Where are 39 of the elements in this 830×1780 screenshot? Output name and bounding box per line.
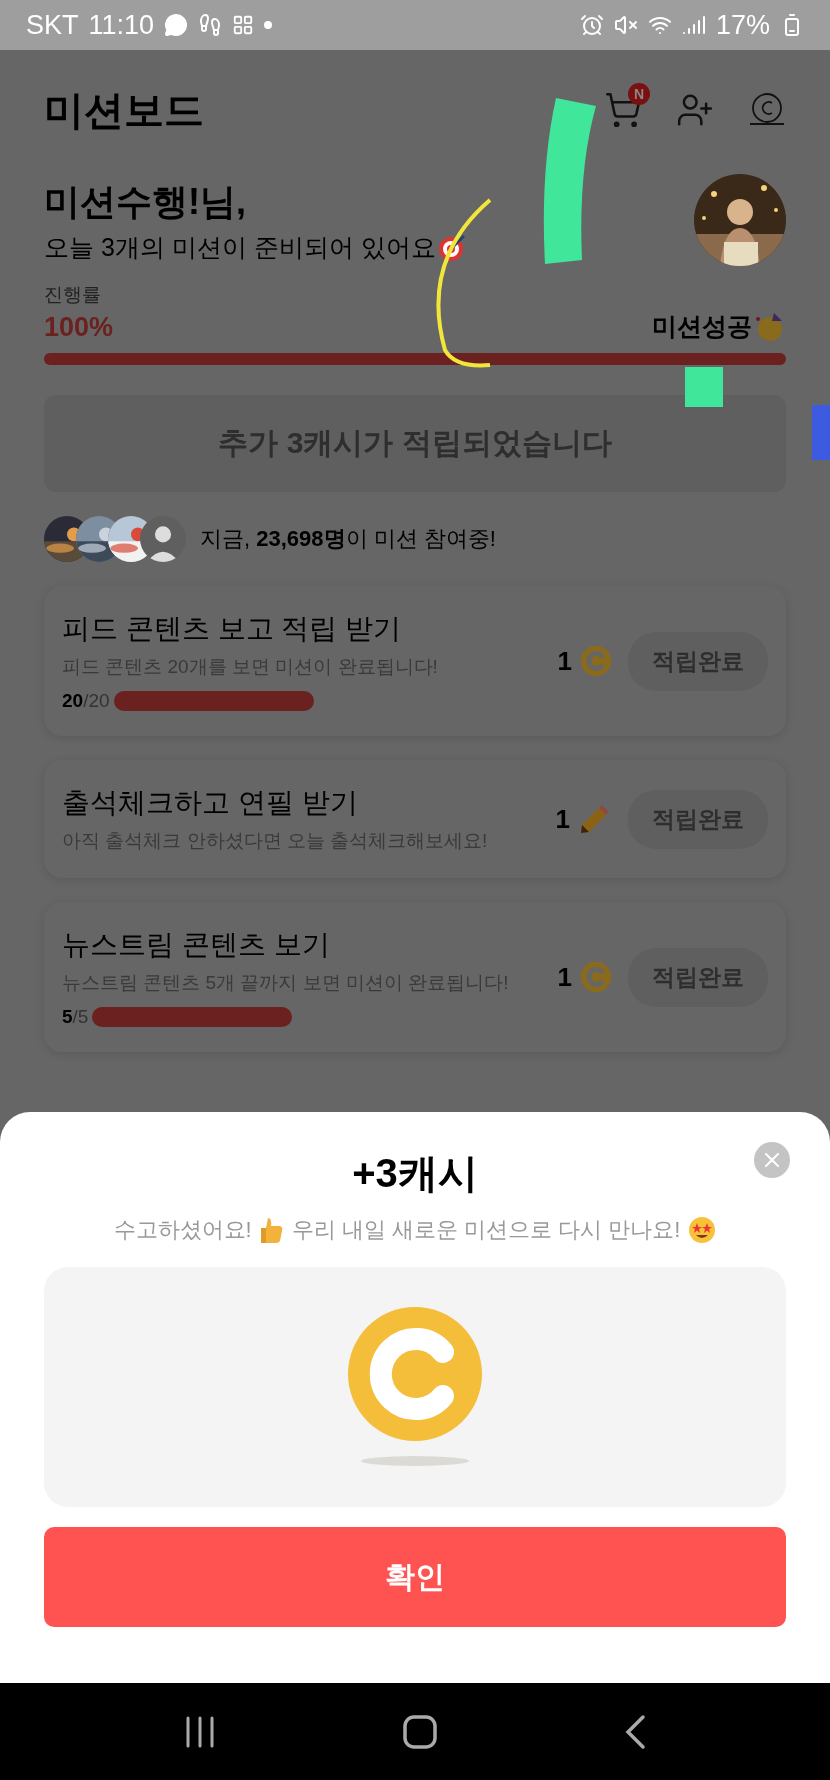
alarm-icon xyxy=(579,13,604,37)
reward-amount: 1 xyxy=(557,645,572,677)
signal-icon xyxy=(681,13,706,37)
home-icon[interactable] xyxy=(402,1713,438,1750)
greeting-name: 미션수행!님, xyxy=(44,180,247,224)
reward-amount: 1 xyxy=(557,961,572,993)
back-icon[interactable] xyxy=(623,1713,648,1750)
progress-value: 100% xyxy=(44,312,114,343)
progress-label: 진행률 xyxy=(44,283,102,307)
dialog-message: 우리 내일 새로운 미션으로 다시 만나요! xyxy=(291,1216,681,1244)
thumbs-up-icon xyxy=(259,1216,284,1244)
chat-icon xyxy=(164,13,189,37)
confirm-button[interactable]: 확인 xyxy=(44,1527,786,1627)
participants-text: 지금, 23,698명이 미션 참여중! xyxy=(200,525,496,553)
mission-title: 피드 콘텐츠 보고 적립 받기 xyxy=(62,612,403,646)
reward-amount: 1 xyxy=(555,803,570,835)
grid-icon xyxy=(232,14,255,36)
dot-icon xyxy=(264,21,273,29)
carrier: SKT xyxy=(26,9,79,41)
pencil-icon xyxy=(578,802,612,836)
coin-icon xyxy=(580,961,612,993)
star-eyes-icon xyxy=(688,1216,717,1244)
mission-title: 출석체크하고 연필 받기 xyxy=(62,786,359,820)
dialog-message: 수고하셨어요! xyxy=(113,1216,252,1244)
target-icon xyxy=(437,233,466,262)
confetti-piece xyxy=(685,367,723,407)
mute-icon xyxy=(613,13,638,37)
greeting-message: 오늘 3개의 미션이 준비되어 있어요 xyxy=(44,232,436,263)
shoe-icon xyxy=(198,13,223,37)
battery-level: 17% xyxy=(715,9,770,41)
coin-icon xyxy=(580,645,612,677)
cart-icon[interactable] xyxy=(604,91,642,129)
notification-badge: N xyxy=(628,83,650,105)
mission-title: 뉴스트림 콘텐츠 보기 xyxy=(62,928,331,962)
confetti-piece xyxy=(812,405,830,460)
clock: 11:10 xyxy=(88,9,155,41)
page-title: 미션보드 xyxy=(44,86,204,134)
dialog-title: +3캐시 xyxy=(352,1150,478,1197)
progress-status: 미션성공 xyxy=(652,311,752,342)
